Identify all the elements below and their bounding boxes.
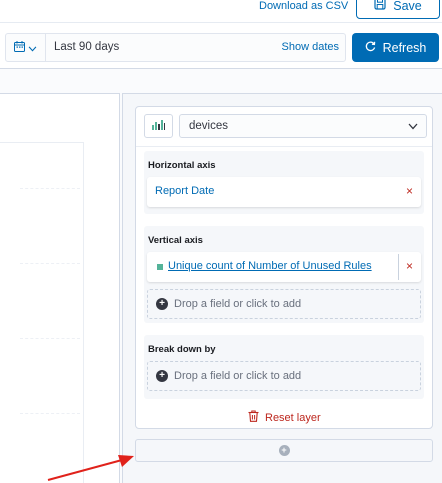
gridline xyxy=(20,413,80,414)
calendar-icon xyxy=(14,40,25,55)
plus-circle-icon: + xyxy=(156,370,168,382)
download-csv-link[interactable]: Download as CSV xyxy=(259,0,348,12)
date-range-label[interactable]: Last 90 days xyxy=(54,41,119,53)
gridline xyxy=(20,263,80,264)
reset-layer-label: Reset layer xyxy=(265,411,321,424)
trash-icon xyxy=(248,410,259,425)
reset-layer-button[interactable]: Reset layer xyxy=(248,410,321,425)
plus-circle-icon: + xyxy=(278,445,290,456)
horizontal-axis-field[interactable]: Report Date × xyxy=(147,177,421,207)
arrow-annotation xyxy=(47,455,134,481)
field-label[interactable]: Report Date xyxy=(155,185,214,197)
plus-circle-icon: + xyxy=(156,298,168,310)
remove-icon[interactable]: × xyxy=(406,259,413,273)
field-label[interactable]: Unique count of Number of Unused Rules xyxy=(168,260,372,272)
chart-frame xyxy=(0,142,84,483)
chart-preview-panel xyxy=(0,93,120,483)
section-title: Break down by xyxy=(148,344,216,355)
add-layer-button[interactable]: + xyxy=(135,439,433,462)
horizontal-axis-section: Horizontal axis Report Date × xyxy=(144,151,424,214)
drop-zone-label: Drop a field or click to add xyxy=(174,298,302,310)
chart-type-button[interactable] xyxy=(144,114,173,138)
drop-zone-label: Drop a field or click to add xyxy=(174,370,302,382)
remove-icon[interactable]: × xyxy=(406,184,413,198)
index-pattern-select[interactable]: devices xyxy=(179,114,427,138)
save-icon xyxy=(374,0,386,13)
separator xyxy=(398,254,399,280)
date-picker: Last 90 days Show dates xyxy=(5,33,346,62)
top-toolbar: Download as CSV Save xyxy=(0,0,442,23)
bar-chart-icon xyxy=(152,119,165,133)
chevron-down-icon xyxy=(28,41,37,55)
query-bar: Last 90 days Show dates Refresh xyxy=(0,23,442,69)
refresh-label: Refresh xyxy=(382,40,427,55)
refresh-button[interactable]: Refresh xyxy=(352,33,439,62)
gridline xyxy=(20,188,80,189)
vertical-axis-section: Vertical axis Unique count of Number of … xyxy=(144,226,424,323)
section-title: Vertical axis xyxy=(148,235,203,246)
break-down-drop-zone[interactable]: + Drop a field or click to add xyxy=(147,361,421,391)
series-color-swatch[interactable] xyxy=(157,264,163,270)
editor-workspace: devices Horizontal axis Report Date × Ve… xyxy=(0,69,442,483)
quick-select-button[interactable] xyxy=(6,34,46,61)
break-down-section: Break down by + Drop a field or click to… xyxy=(144,335,424,399)
divider xyxy=(136,146,432,147)
vertical-axis-drop-zone[interactable]: + Drop a field or click to add xyxy=(147,289,421,319)
show-dates-link[interactable]: Show dates xyxy=(282,41,339,53)
save-label: Save xyxy=(393,0,422,13)
refresh-icon xyxy=(365,41,376,55)
section-title: Horizontal axis xyxy=(148,160,216,171)
save-button[interactable]: Save xyxy=(356,0,440,19)
index-pattern-value: devices xyxy=(189,120,228,132)
gridline xyxy=(20,338,80,339)
config-panel: devices Horizontal axis Report Date × Ve… xyxy=(122,93,442,483)
vertical-axis-field[interactable]: Unique count of Number of Unused Rules × xyxy=(147,252,421,282)
layer-panel: devices Horizontal axis Report Date × Ve… xyxy=(135,106,433,429)
